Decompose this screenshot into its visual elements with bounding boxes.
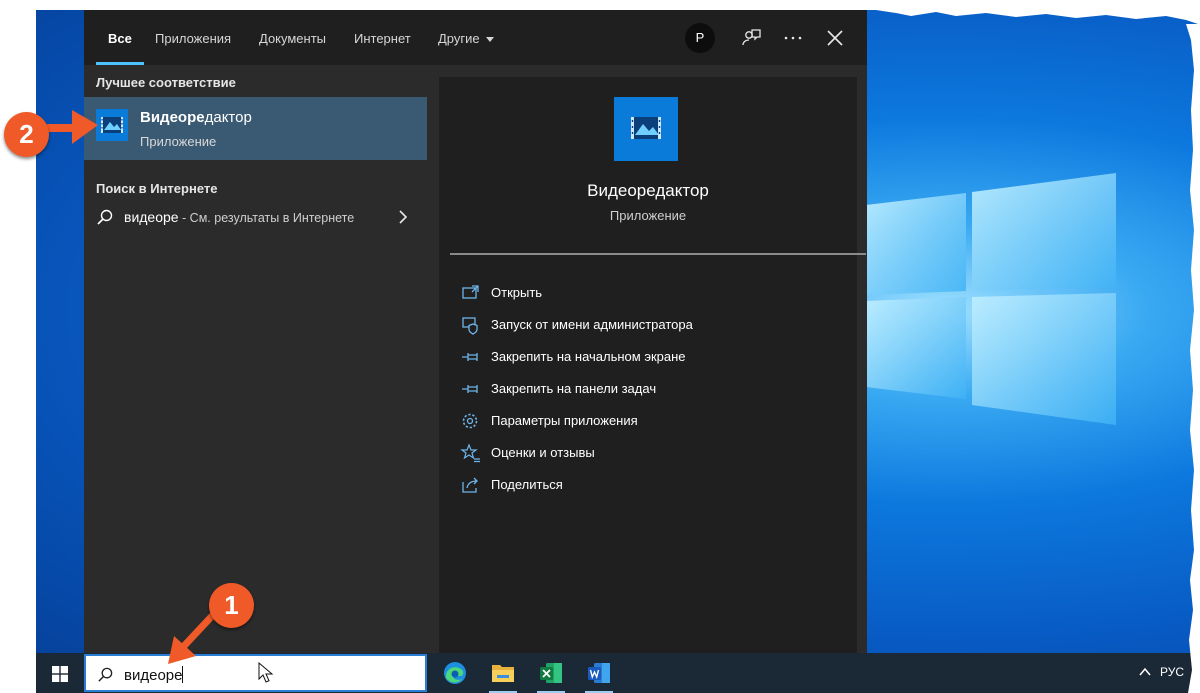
annotation-badge-1: 1 — [209, 583, 254, 628]
screenshot-frame: Все Приложения Документы Интернет Другие… — [36, 10, 1198, 693]
annotation-arrow-2 — [44, 110, 98, 144]
annotation-badge-2: 2 — [4, 112, 49, 157]
torn-paper-edge — [36, 10, 1198, 693]
